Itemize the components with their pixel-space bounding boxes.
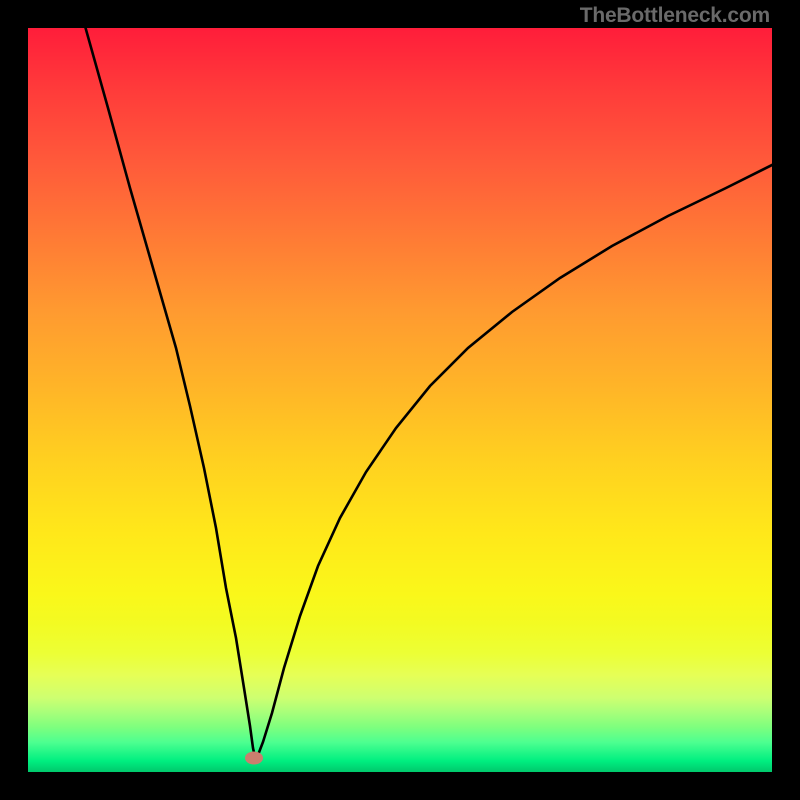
minimum-marker: [245, 752, 263, 765]
plot-area: [28, 28, 772, 772]
chart-frame: TheBottleneck.com: [0, 0, 800, 800]
curve-layer: [28, 28, 772, 772]
attribution-label: TheBottleneck.com: [580, 4, 770, 28]
bottleneck-curve: [85, 28, 772, 757]
